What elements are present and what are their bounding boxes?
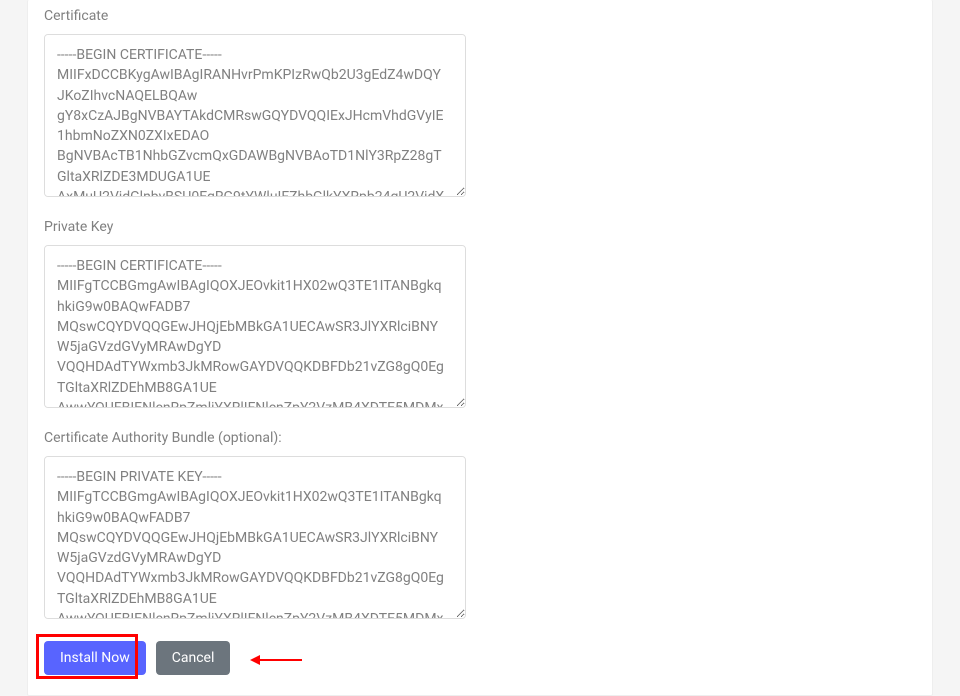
certificate-textarea-wrapper bbox=[44, 34, 916, 201]
private-key-label: Private Key bbox=[44, 219, 916, 235]
annotation-arrow-icon bbox=[250, 655, 302, 665]
certificate-field-group: Certificate bbox=[44, 8, 916, 201]
button-row: Install Now Cancel bbox=[44, 641, 916, 675]
cancel-button[interactable]: Cancel bbox=[156, 641, 231, 675]
private-key-field-group: Private Key bbox=[44, 219, 916, 412]
form-container: Certificate Private Key Certificate Auth… bbox=[27, 0, 933, 696]
ca-bundle-label: Certificate Authority Bundle (optional): bbox=[44, 430, 916, 446]
install-now-button[interactable]: Install Now bbox=[44, 641, 146, 675]
certificate-textarea[interactable] bbox=[44, 34, 466, 197]
ca-bundle-field-group: Certificate Authority Bundle (optional): bbox=[44, 430, 916, 623]
private-key-textarea[interactable] bbox=[44, 245, 466, 408]
ca-bundle-textarea-wrapper bbox=[44, 456, 916, 623]
certificate-label: Certificate bbox=[44, 8, 916, 24]
ca-bundle-textarea[interactable] bbox=[44, 456, 466, 619]
private-key-textarea-wrapper bbox=[44, 245, 916, 412]
